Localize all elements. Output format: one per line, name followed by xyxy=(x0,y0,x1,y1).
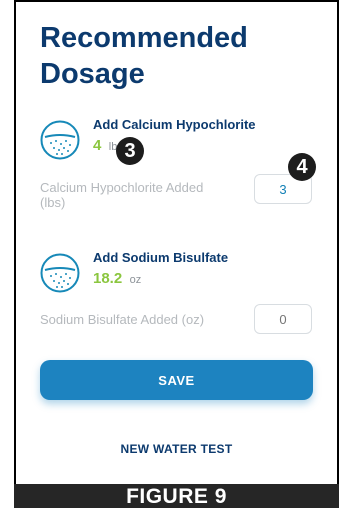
page-title: Recommended Dosage xyxy=(40,22,248,90)
sodium-added-input[interactable] xyxy=(254,304,312,334)
field-label-calcium: Calcium Hypochlorite Added (lbs) xyxy=(40,180,240,210)
dose-row-calcium: Add Calcium Hypochlorite 4 lbs xyxy=(40,117,330,177)
callout-badge-4: 4 xyxy=(288,153,316,181)
dose-value-sodium: 18.2 xyxy=(93,270,123,287)
dose-value-calcium: 4 xyxy=(93,137,102,154)
app-screen: Recommended Dosage Add Calcium Hypochlor… xyxy=(14,0,339,484)
field-label-calcium-text: Calcium Hypochlorite Added xyxy=(40,180,204,195)
callout-badge-3: 3 xyxy=(116,137,144,165)
dose-name-calcium: Add Calcium Hypochlorite xyxy=(93,117,256,132)
dose-amount-sodium: 18.2 oz xyxy=(93,270,141,288)
save-button[interactable]: SAVE xyxy=(40,360,313,400)
field-unit-calcium: (lbs) xyxy=(40,195,66,210)
dose-unit-sodium: oz xyxy=(129,274,142,286)
field-label-sodium: Sodium Bisulfate Added (oz) xyxy=(40,312,240,327)
field-label-sodium-text: Sodium Bisulfate Added xyxy=(40,312,179,327)
beaker-icon xyxy=(40,120,80,160)
field-unit-sodium: (oz) xyxy=(181,312,205,327)
dose-row-sodium: Add Sodium Bisulfate 18.2 oz xyxy=(40,250,330,310)
figure-caption: FIGURE 9 xyxy=(14,484,339,508)
new-water-test-link[interactable]: NEW WATER TEST xyxy=(40,442,313,456)
dose-name-sodium: Add Sodium Bisulfate xyxy=(93,250,229,265)
beaker-icon xyxy=(40,253,80,293)
